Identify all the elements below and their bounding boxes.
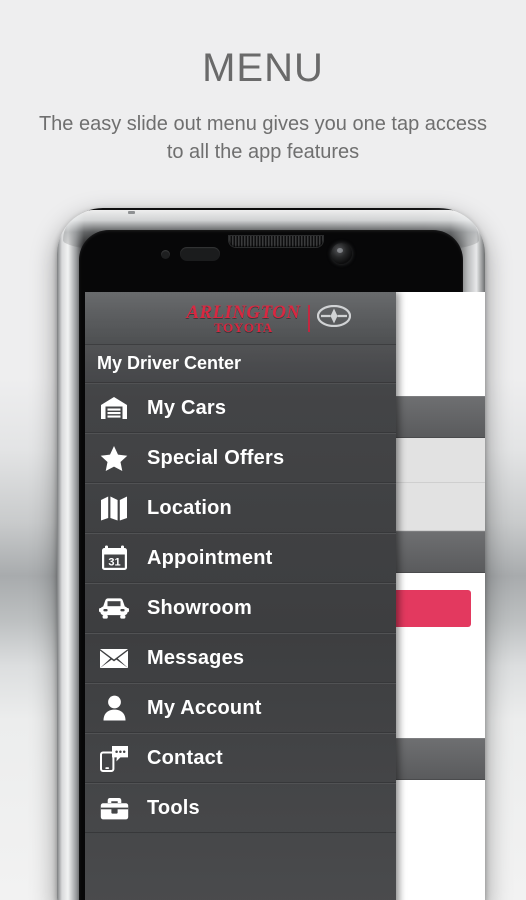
person-icon	[99, 693, 129, 723]
toolbox-icon	[99, 793, 129, 823]
sidebar-item-messages[interactable]: Messages	[85, 633, 396, 683]
sidebar-item-label: Contact	[147, 746, 223, 769]
app-header: ARLINGTON TOYOTA	[85, 292, 396, 345]
star-icon	[99, 443, 129, 473]
sidebar-item-special-offers[interactable]: Special Offers	[85, 433, 396, 483]
app-screen: Acc Em Log N ARLINGTON TOYOTA	[85, 292, 485, 900]
sidebar-item-appointment[interactable]: 31 Appointment	[85, 533, 396, 583]
sidebar-item-showroom[interactable]: Showroom	[85, 583, 396, 633]
dealer-logo: ARLINGTON TOYOTA	[186, 303, 351, 334]
sidebar-item-my-cars[interactable]: My Cars	[85, 383, 396, 433]
scion-logo-icon	[316, 304, 351, 332]
camera-lens-glint	[337, 248, 343, 253]
sidebar-item-label: Showroom	[147, 596, 252, 619]
calendar-31-icon: 31	[99, 543, 129, 573]
sidebar-empty-area	[85, 833, 396, 900]
sidebar-item-location[interactable]: Location	[85, 483, 396, 533]
sidebar-item-label: Appointment	[147, 546, 273, 569]
garage-icon	[99, 393, 129, 423]
car-icon	[99, 593, 129, 623]
light-sensor-icon	[180, 247, 220, 261]
sidebar-section-title: My Driver Center	[85, 345, 396, 383]
map-icon	[99, 493, 129, 523]
sidebar-item-label: Location	[147, 496, 232, 519]
earpiece-speaker-grille	[229, 236, 323, 247]
front-camera-icon	[331, 243, 352, 264]
svg-text:31: 31	[108, 557, 120, 569]
sidebar-item-label: My Cars	[147, 396, 227, 419]
sidebar-item-my-account[interactable]: My Account	[85, 683, 396, 733]
sidebar-item-label: My Account	[147, 696, 262, 719]
phone-top-notch-detail	[128, 211, 135, 214]
page-subtitle: The easy slide out menu gives you one ta…	[38, 113, 488, 164]
logo-divider	[307, 304, 310, 332]
proximity-sensor-icon	[161, 250, 170, 259]
sidebar-item-label: Tools	[147, 796, 200, 819]
arlington-toyota-logo: ARLINGTON TOYOTA	[186, 303, 300, 334]
slide-out-menu: ARLINGTON TOYOTA My Driver Center My Car…	[85, 292, 396, 900]
sidebar-item-label: Special Offers	[147, 446, 285, 469]
sidebar-item-label: Messages	[147, 646, 245, 669]
page-title: MENU	[202, 46, 324, 90]
sidebar-item-contact[interactable]: Contact	[85, 733, 396, 783]
heading-block: MENU The easy slide out menu gives you o…	[0, 0, 526, 167]
envelope-icon	[99, 643, 129, 673]
sidebar-item-tools[interactable]: Tools	[85, 783, 396, 833]
phone-chat-icon	[99, 743, 129, 773]
